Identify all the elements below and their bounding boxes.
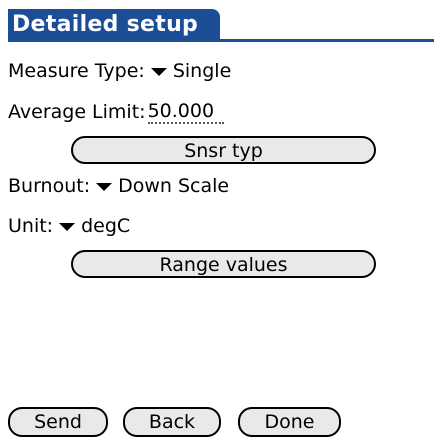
detailed-setup-screen: Detailed setup Measure Type: Single Aver… (0, 0, 437, 443)
range-values-button[interactable]: Range values (71, 250, 376, 278)
burnout-row: Burnout: Down Scale (8, 173, 229, 199)
unit-value: degC (81, 215, 131, 237)
done-button[interactable]: Done (238, 407, 341, 437)
measure-type-value: Single (172, 60, 232, 82)
title-bar: Detailed setup (8, 9, 434, 42)
dropdown-arrow-icon (150, 68, 167, 76)
burnout-value: Down Scale (118, 175, 230, 197)
title-underline (8, 39, 434, 42)
measure-type-label: Measure Type: (8, 60, 145, 82)
dropdown-arrow-icon (96, 183, 113, 191)
page-title: Detailed setup (8, 9, 220, 41)
unit-picker[interactable]: degC (59, 213, 130, 239)
average-limit-field[interactable]: 50.000 (147, 100, 224, 124)
unit-row: Unit: degC (8, 213, 130, 239)
measure-type-row: Measure Type: Single (8, 58, 231, 84)
unit-label: Unit: (8, 215, 54, 237)
burnout-picker[interactable]: Down Scale (96, 173, 229, 199)
average-limit-label: Average Limit: (8, 101, 146, 123)
burnout-label: Burnout: (8, 175, 91, 197)
back-button[interactable]: Back (123, 407, 221, 437)
send-button[interactable]: Send (8, 407, 108, 437)
sensor-type-button[interactable]: Snsr typ (71, 136, 376, 164)
average-limit-row: Average Limit: 50.000 (8, 99, 224, 125)
dropdown-arrow-icon (59, 223, 76, 231)
measure-type-picker[interactable]: Single (150, 58, 232, 84)
